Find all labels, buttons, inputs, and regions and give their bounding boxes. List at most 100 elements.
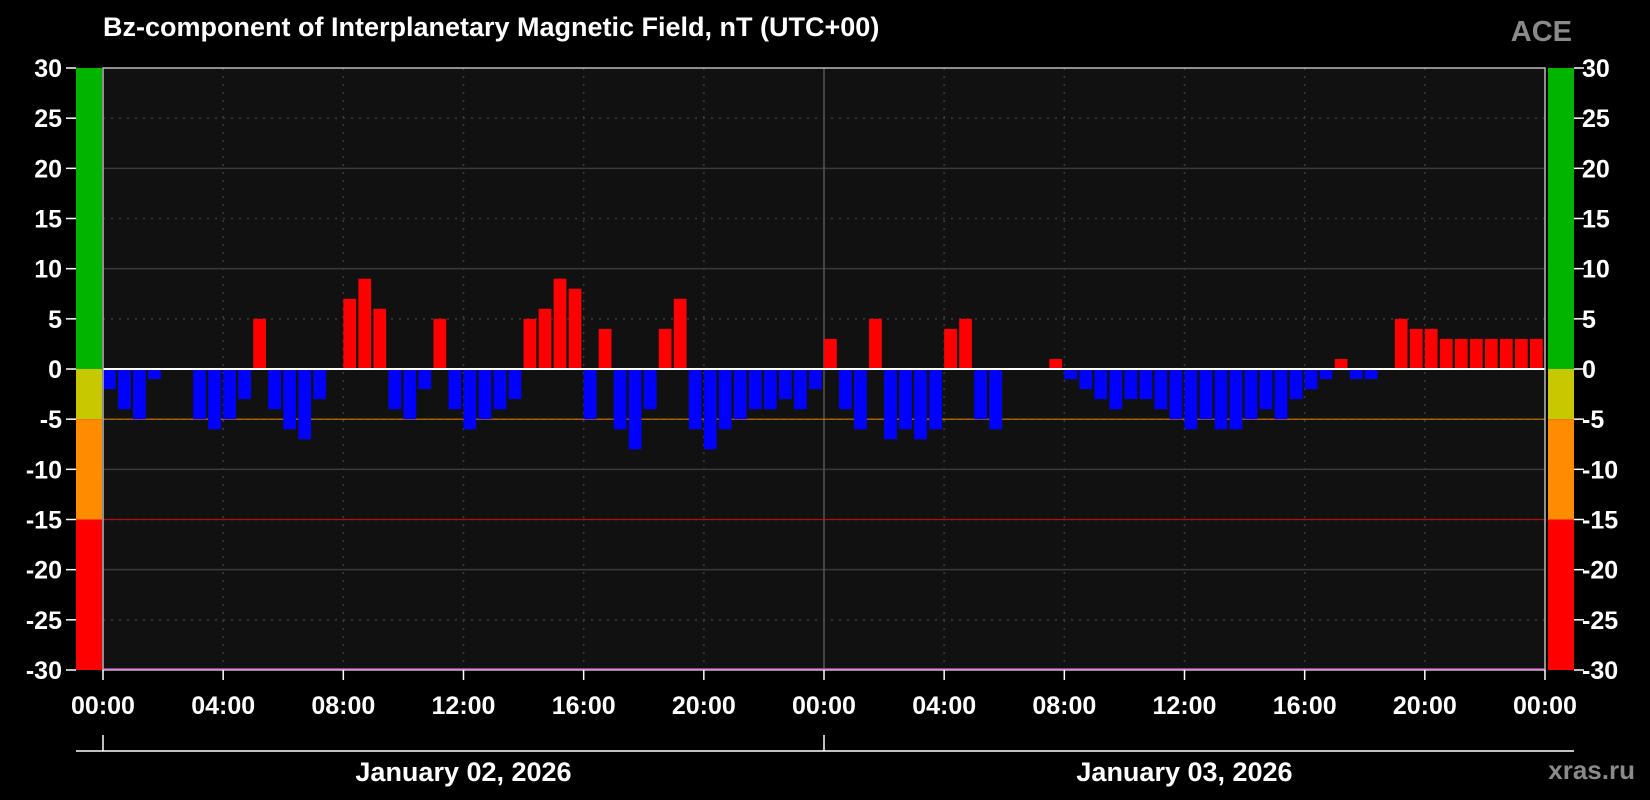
- data-bar-58: [974, 369, 987, 420]
- ytick-right-12: -30: [1582, 657, 1618, 685]
- data-bar-43: [748, 369, 762, 410]
- ytick-left-12: -30: [26, 657, 62, 685]
- data-bar-80: [1304, 369, 1318, 390]
- ytick-left-2: 20: [34, 155, 62, 183]
- zone-right-3: [1548, 519, 1574, 670]
- ytick-right-1: 25: [1582, 105, 1610, 133]
- ytick-right-3: 15: [1582, 206, 1610, 234]
- data-bar-38: [673, 298, 687, 369]
- data-bar-48: [824, 338, 837, 369]
- data-bar-53: [899, 369, 912, 430]
- bz-chart: 30 30 25 25 20 20 15 15 10 10 5 5 0 0 -5 -5 -10 -10 -15 -15…: [26, 55, 1618, 787]
- data-bar-35: [628, 369, 642, 450]
- data-bar-50: [854, 369, 867, 430]
- data-bar-73: [1199, 369, 1213, 420]
- zone-right-2: [1548, 419, 1574, 520]
- data-bar-94: [1514, 338, 1528, 369]
- xtick-label-5: 20:00: [672, 692, 736, 720]
- data-bar-77: [1259, 369, 1273, 410]
- zone-right-0: [1548, 68, 1574, 369]
- ytick-left-4: 10: [34, 256, 62, 284]
- data-bar-92: [1484, 338, 1498, 369]
- data-bar-18: [373, 308, 387, 369]
- data-bar-42: [733, 369, 747, 420]
- data-bar-83: [1349, 369, 1363, 380]
- date-label-0: January 02, 2026: [355, 757, 571, 787]
- ytick-left-5: 5: [48, 306, 62, 334]
- data-bar-69: [1139, 369, 1153, 400]
- xtick-label-1: 04:00: [191, 692, 255, 720]
- data-bar-65: [1079, 369, 1093, 390]
- data-bar-51: [869, 318, 882, 369]
- ytick-right-10: -20: [1582, 557, 1618, 585]
- data-bar-20: [403, 369, 417, 420]
- data-bar-63: [1049, 358, 1063, 369]
- ytick-right-8: -10: [1582, 456, 1618, 484]
- data-bar-49: [839, 369, 852, 410]
- ytick-right-5: 5: [1582, 306, 1596, 334]
- data-bar-75: [1229, 369, 1243, 430]
- data-bar-57: [959, 318, 972, 369]
- data-bar-59: [989, 369, 1002, 430]
- data-bar-1: [118, 369, 131, 410]
- data-bar-90: [1454, 338, 1468, 369]
- data-bar-7: [208, 369, 221, 430]
- xtick-label-11: 20:00: [1393, 692, 1457, 720]
- data-bar-2: [133, 369, 146, 420]
- data-bar-70: [1154, 369, 1168, 410]
- data-bar-84: [1364, 369, 1378, 380]
- data-bar-25: [478, 369, 492, 420]
- data-bar-6: [193, 369, 206, 420]
- ytick-left-7: -5: [40, 406, 62, 434]
- data-bar-93: [1499, 338, 1513, 369]
- xtick-label-2: 08:00: [311, 692, 375, 720]
- ytick-right-11: -25: [1582, 607, 1618, 635]
- data-bar-8: [223, 369, 236, 420]
- data-bar-68: [1124, 369, 1138, 400]
- data-bar-79: [1289, 369, 1303, 400]
- data-bar-76: [1244, 369, 1258, 420]
- xtick-label-8: 08:00: [1032, 692, 1096, 720]
- ytick-left-11: -25: [26, 607, 62, 635]
- xtick-label-7: 04:00: [912, 692, 976, 720]
- ytick-right-2: 20: [1582, 155, 1610, 183]
- ytick-left-8: -10: [26, 456, 62, 484]
- ytick-right-7: -5: [1582, 406, 1604, 434]
- data-bar-31: [568, 288, 582, 369]
- xtick-label-9: 12:00: [1153, 692, 1217, 720]
- zone-left-0: [76, 68, 102, 369]
- data-bar-56: [944, 328, 957, 369]
- ytick-left-9: -15: [26, 507, 62, 535]
- data-bar-67: [1109, 369, 1123, 410]
- ytick-left-1: 25: [34, 105, 62, 133]
- ytick-right-4: 10: [1582, 256, 1610, 284]
- data-bar-28: [523, 318, 537, 369]
- data-bar-47: [808, 369, 822, 390]
- data-bar-14: [313, 369, 327, 400]
- data-bar-52: [884, 369, 897, 440]
- data-bar-74: [1214, 369, 1228, 430]
- data-bar-13: [298, 369, 312, 440]
- data-bar-3: [148, 369, 161, 380]
- data-bar-41: [718, 369, 732, 430]
- ytick-right-0: 30: [1582, 55, 1610, 83]
- ytick-right-9: -15: [1582, 507, 1618, 535]
- data-bar-34: [613, 369, 627, 430]
- data-bar-81: [1319, 369, 1333, 380]
- data-bar-27: [508, 369, 522, 400]
- data-bar-37: [658, 328, 672, 369]
- data-bar-86: [1394, 318, 1408, 369]
- data-bar-40: [703, 369, 717, 450]
- data-bar-12: [283, 369, 297, 430]
- xtick-label-10: 16:00: [1273, 692, 1337, 720]
- data-bar-91: [1469, 338, 1483, 369]
- ytick-right-6: 0: [1582, 356, 1596, 384]
- date-label-1: January 03, 2026: [1076, 757, 1292, 787]
- data-bar-0: [103, 369, 116, 390]
- data-bar-23: [448, 369, 462, 410]
- data-bar-39: [688, 369, 702, 430]
- data-bar-54: [914, 369, 927, 440]
- xtick-label-4: 16:00: [552, 692, 616, 720]
- xtick-label-6: 00:00: [792, 692, 856, 720]
- zone-left-1: [76, 369, 102, 420]
